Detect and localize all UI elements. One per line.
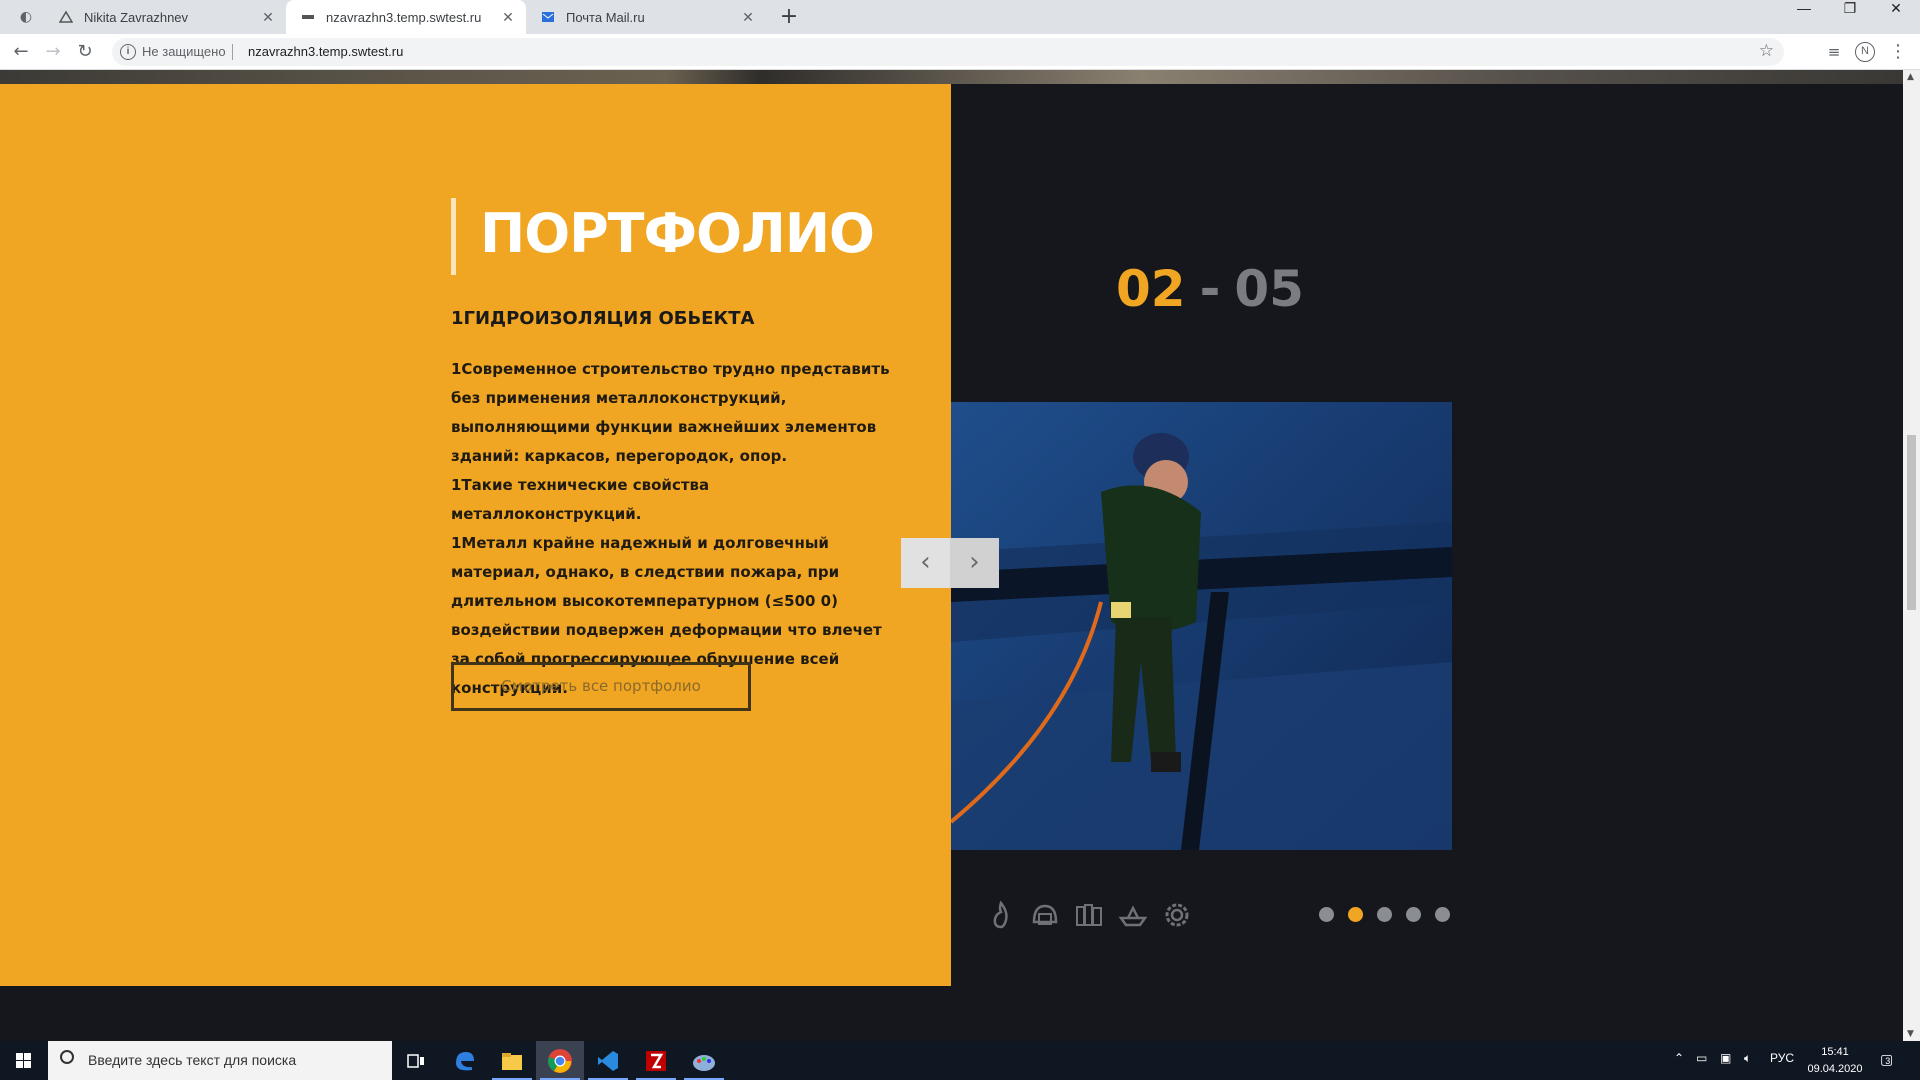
media-icon[interactable]: ≡ [1822,40,1846,64]
counter-current: 02 [1116,260,1186,318]
date: 09.04.2020 [1807,1063,1863,1075]
tab-nikita[interactable]: Nikita Zavrazhnev ✕ [44,0,286,34]
file-explorer-icon[interactable] [488,1041,536,1080]
slider-dot[interactable] [1435,907,1450,922]
browser-tab-bar: ◐ Nikita Zavrazhnev ✕ nzavrazhn3.temp.sw… [0,0,1920,34]
page-viewport: ПОРТФОЛИО 1ГИДРОИЗОЛЯЦИЯ ОБЬЕКТА 1Соврем… [0,70,1903,1041]
counter-total: 05 [1234,260,1304,318]
page-title: ПОРТФОЛИО [480,202,875,265]
reload-icon[interactable]: ↻ [73,40,97,64]
slide-counter: 02-05 [1116,260,1304,318]
back-arrow-icon[interactable]: ← [9,40,33,64]
network-icon[interactable]: ▣ [1720,1051,1731,1065]
menu-dots-icon[interactable]: ⋮ [1886,40,1910,64]
tab-title: Nikita Zavrazhnev [84,9,189,25]
description-paragraph: 1Современное строительство трудно предст… [451,360,890,465]
battery-icon[interactable]: ▭ [1696,1051,1707,1065]
tab-nzavrazhn3[interactable]: nzavrazhn3.temp.swtest.ru ✕ [286,0,526,34]
start-button[interactable] [0,1041,48,1080]
scroll-up-arrow-icon[interactable]: ▲ [1907,72,1914,82]
scrollbar-thumb[interactable] [1907,435,1916,610]
close-icon[interactable]: ✕ [498,9,518,26]
minimize-button[interactable]: — [1781,0,1827,30]
slider-dot[interactable] [1319,907,1334,922]
ship-icon[interactable] [1118,900,1148,930]
page-scrollbar[interactable]: ▲ ▼ [1903,70,1920,1041]
tab-title: Почта Mail.ru [566,9,645,25]
security-label: Не защищено [142,44,226,59]
tab-title: nzavrazhn3.temp.swtest.ru [326,9,482,25]
info-icon[interactable]: i [120,44,136,60]
flag-icon [300,9,316,25]
language-indicator[interactable]: РУС [1770,1051,1794,1065]
slider-dot[interactable] [1406,907,1421,922]
star-icon[interactable]: ☆ [1759,41,1774,61]
slider-dot[interactable] [1377,907,1392,922]
project-title: 1ГИДРОИЗОЛЯЦИЯ ОБЬЕКТА [451,308,755,329]
description-paragraph: 1Такие технические свойства металлоконст… [451,476,710,523]
scroll-down-arrow-icon[interactable]: ▼ [1907,1029,1914,1039]
forward-arrow-icon[interactable]: → [41,40,65,64]
close-window-button[interactable]: ✕ [1873,0,1919,30]
slider-dot[interactable] [1348,907,1363,922]
close-icon[interactable]: ✕ [738,9,758,26]
address-bar[interactable]: i Не защищено nzavrazhn3.temp.swtest.ru … [112,38,1784,66]
close-icon[interactable]: ✕ [258,9,278,26]
time: 15:41 [1821,1046,1849,1058]
taskbar-search-input[interactable]: Введите здесь текст для поиска [48,1041,392,1080]
helmet-icon[interactable] [1030,900,1060,930]
prev-slide-button[interactable]: ‹ [901,538,950,588]
portfolio-photo [951,402,1452,850]
browser-toolbar: ← → ↻ i Не защищено nzavrazhn3.temp.swte… [0,34,1920,70]
view-all-portfolio-button[interactable]: Смотреть все портфолио [451,662,751,711]
url-text[interactable]: nzavrazhn3.temp.swtest.ru [248,44,403,59]
header-image-strip [0,70,1903,84]
vscode-icon[interactable] [584,1041,632,1080]
restore-button[interactable]: ❐ [1827,0,1873,30]
next-slide-button[interactable]: › [950,538,999,588]
paint-icon[interactable] [680,1041,728,1080]
flame-icon[interactable] [986,900,1016,930]
mail-icon [540,9,556,25]
filezilla-icon[interactable] [632,1041,680,1080]
tab-mail[interactable]: Почта Mail.ru ✕ [526,0,766,34]
task-view-icon[interactable] [392,1041,440,1080]
notification-icon[interactable]: ▢3 [1880,1051,1893,1068]
new-tab-button[interactable]: + [776,4,802,30]
divider [232,44,233,60]
category-icons [986,900,1192,930]
triangle-icon [58,9,74,25]
chevron-up-icon[interactable]: ⌃ [1674,1051,1684,1065]
clock[interactable]: 15:41 09.04.2020 [1800,1044,1870,1078]
windows-taskbar: Введите здесь текст для поиска ⌃ ▭ ▣ 🔈︎ … [0,1041,1920,1080]
title-accent-line [451,198,456,275]
slider-dots [1319,907,1450,922]
chrome-menu-icon[interactable]: ◐ [14,5,38,29]
edge-icon[interactable] [440,1041,488,1080]
notification-count: 3 [1885,1056,1891,1066]
search-icon [60,1050,74,1064]
windows-logo-icon [16,1053,31,1068]
chrome-icon[interactable] [536,1041,584,1080]
avatar[interactable]: N [1855,42,1875,62]
gear-icon[interactable] [1162,900,1192,930]
search-placeholder: Введите здесь текст для поиска [88,1052,297,1068]
books-icon[interactable] [1074,900,1104,930]
counter-separator: - [1199,260,1221,318]
speaker-icon[interactable]: 🔈︎ [1744,1051,1751,1066]
project-description: 1Современное строительство трудно предст… [451,355,901,703]
